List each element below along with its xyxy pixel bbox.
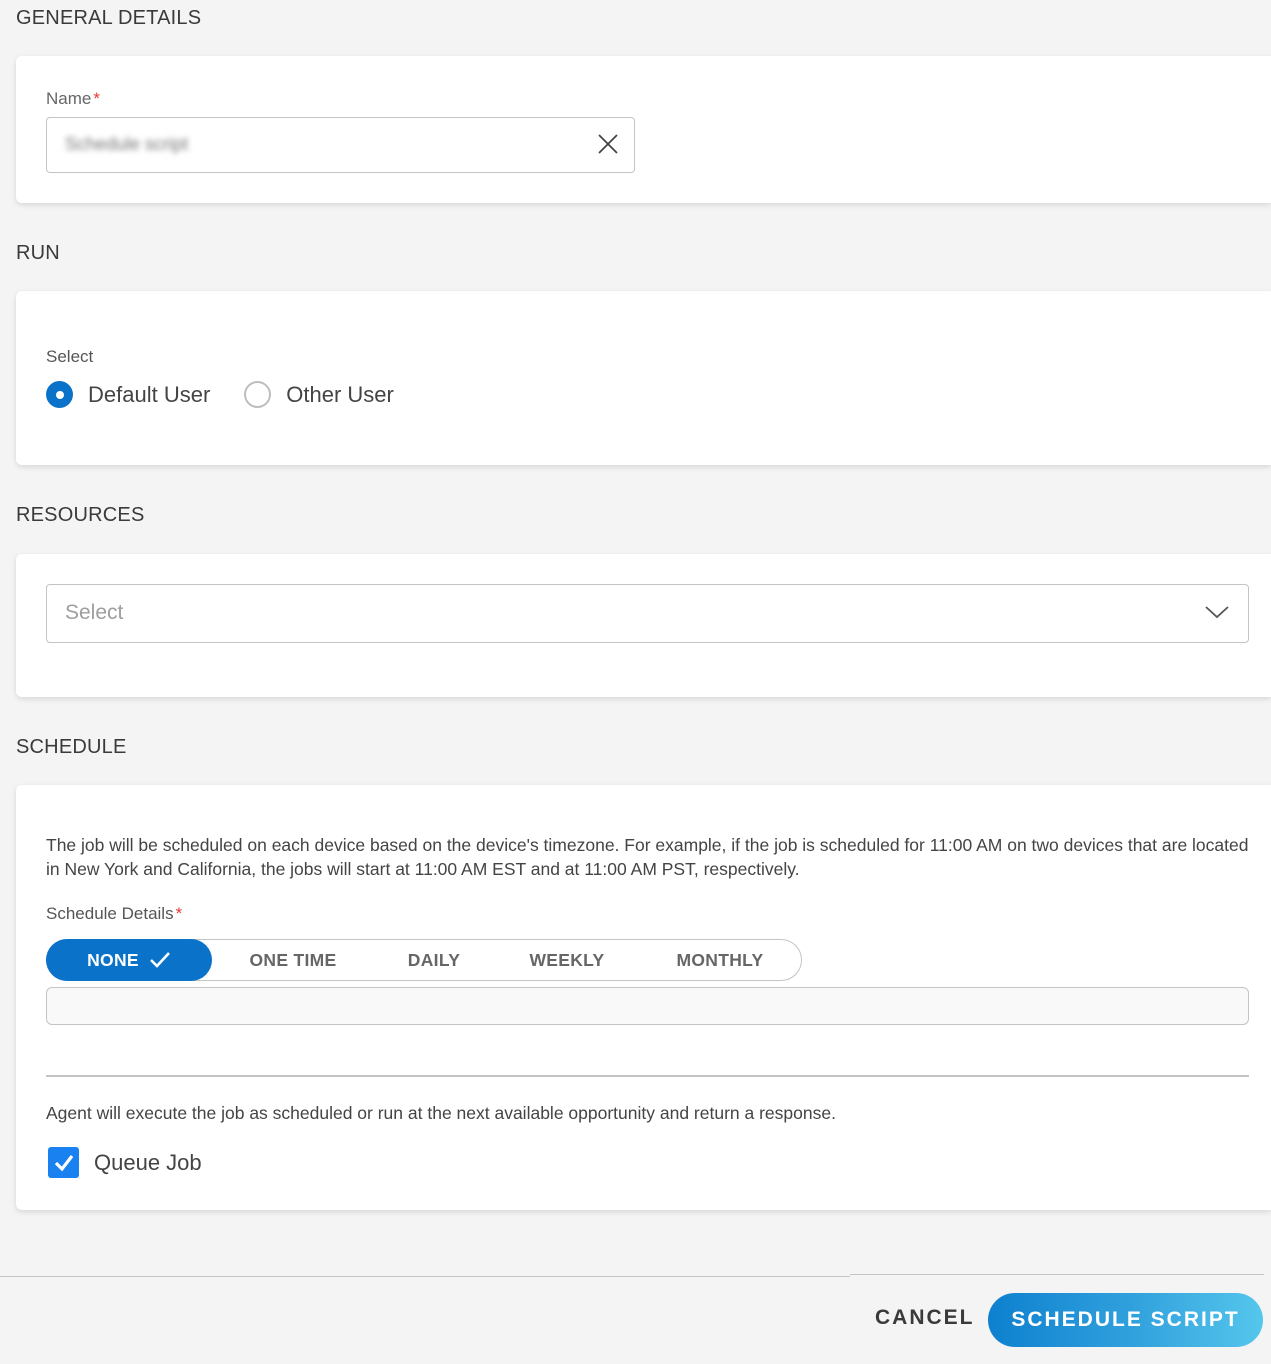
section-title-general-details: GENERAL DETAILS [16,7,202,29]
radio-other-user-label: Other User [286,381,394,407]
radio-default-user-label: Default User [88,381,211,407]
schedule-script-button[interactable]: SCHEDULE SCRIPT [988,1293,1263,1347]
schedule-timezone-info: The job will be scheduled on each device… [46,835,1249,879]
queue-job-checkbox[interactable]: Queue Job [48,1147,202,1178]
radio-unchecked-icon[interactable] [244,381,272,408]
name-label: Name * [46,89,100,109]
checkmark-icon [149,952,170,968]
schedule-details-label: Schedule Details * [46,904,182,924]
schedule-card: The job will be scheduled on each device… [16,785,1271,1210]
schedule-option-daily[interactable]: DAILY [374,939,494,981]
schedule-type-toggle: NONE ONE TIME DAILY WEEKLY MONTHLY [46,939,802,981]
divider [46,1075,1249,1077]
schedule-details-label-text: Schedule Details [46,904,174,923]
radio-default-user[interactable]: Default User [46,381,210,408]
run-select-label: Select [46,347,94,366]
resources-select-placeholder: Select [65,601,124,624]
section-title-resources: RESOURCES [16,504,145,526]
run-card: Select Default User Other User [16,291,1271,465]
required-mark: * [93,89,100,108]
schedule-option-monthly[interactable]: MONTHLY [640,939,800,981]
close-icon[interactable] [596,132,620,156]
footer-divider [0,1276,850,1277]
general-details-card: Name * Schedule script [16,56,1271,203]
radio-other-user[interactable]: Other User [244,381,394,408]
name-input-value: Schedule script [65,134,189,154]
run-user-radio-group: Default User Other User [46,381,428,408]
schedule-option-one-time[interactable]: ONE TIME [212,939,374,981]
name-label-text: Name [46,89,92,108]
section-title-run: RUN [16,242,60,264]
name-input[interactable]: Schedule script [46,117,635,173]
resources-select[interactable]: Select [46,584,1249,643]
queue-job-label: Queue Job [94,1149,202,1175]
radio-checked-icon[interactable] [46,381,73,408]
schedule-details-input[interactable] [46,987,1249,1025]
agent-info-text: Agent will execute the job as scheduled … [46,1103,836,1123]
required-mark: * [175,904,183,923]
schedule-option-none-label: NONE [87,949,139,970]
checkbox-checked-icon[interactable] [48,1147,79,1178]
schedule-option-weekly[interactable]: WEEKLY [494,939,640,981]
schedule-option-none[interactable]: NONE [46,939,212,981]
section-title-schedule: SCHEDULE [16,736,127,758]
cancel-button[interactable]: CANCEL [875,1306,975,1330]
footer-divider [850,1274,1264,1275]
resources-card: Select [16,554,1271,697]
chevron-down-icon[interactable] [1204,603,1230,621]
